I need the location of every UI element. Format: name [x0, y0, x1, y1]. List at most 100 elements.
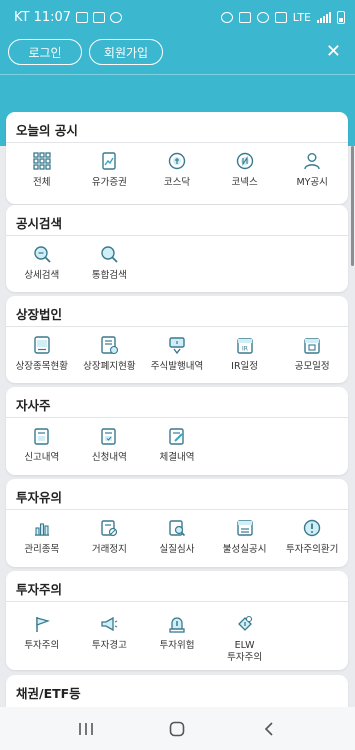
- application-icon: [101, 428, 117, 445]
- menu-item-invest-risk[interactable]: 투자위험: [143, 614, 211, 666]
- menu-item-label: 신고내역: [24, 452, 60, 463]
- contract-icon: [169, 428, 184, 445]
- menu-item-all[interactable]: 전체: [8, 151, 76, 203]
- menu-item-my-disclosure[interactable]: MY공시: [278, 151, 346, 203]
- signal-icon: [317, 11, 331, 23]
- report-icon: [34, 428, 49, 445]
- menu-item-label: 주식발행내역: [150, 361, 204, 372]
- alert-icon: [303, 519, 321, 537]
- menu-item-label: 거래정지: [91, 544, 127, 555]
- header-actions: 로그인 회원가입 ✕: [8, 39, 347, 65]
- menu-item-unfaithful-disclosure[interactable]: 불성실공시: [211, 518, 279, 570]
- menu-item-label: 상장종목현황: [15, 361, 69, 372]
- section-title: 채권/ETF등: [16, 686, 81, 701]
- hd-icon: [274, 11, 287, 23]
- menu-item-label: 불성실공시: [222, 544, 267, 555]
- menu-item-report-history[interactable]: 신고내역: [8, 426, 76, 478]
- menu-item-listed-status[interactable]: 상장종목현황: [8, 335, 76, 387]
- siren-icon: [169, 617, 185, 633]
- menu-item-konex[interactable]: 코넥스: [211, 151, 279, 203]
- user-icon: [304, 153, 320, 170]
- svg-text:IR: IR: [242, 346, 248, 353]
- megaphone-icon: [101, 616, 118, 632]
- menu-item-trading-halt[interactable]: 거래정지: [76, 518, 144, 570]
- trading-halt-icon: [101, 520, 118, 537]
- menu-item-label: 유가증권: [91, 177, 127, 188]
- back-icon: [265, 721, 273, 736]
- menu-item-label: MY공시: [296, 177, 328, 188]
- menu-item-elw-caution[interactable]: ELW 투자주의: [211, 614, 279, 666]
- section-today-disclosure: 오늘의 공시 전체 유가증권 코스닥 코넥스 MY공시: [6, 112, 348, 204]
- menu-item-label: 전체: [33, 177, 51, 188]
- menu-item-securities[interactable]: 유가증권: [76, 151, 144, 203]
- menu-item-application-history[interactable]: 신청내역: [76, 426, 144, 478]
- menu-item-contract-history[interactable]: 체결내역: [143, 426, 211, 478]
- menu-item-label: 상세검색: [24, 270, 60, 281]
- home-button[interactable]: [157, 714, 197, 744]
- securities-icon: [102, 152, 117, 170]
- menu-item-invest-warning[interactable]: 투자경고: [76, 614, 144, 666]
- menu-item-invest-caution[interactable]: 투자주의: [8, 614, 76, 666]
- section-title: 투자유의: [6, 479, 348, 510]
- carrier-time: KT 11:07: [14, 9, 72, 25]
- menu-item-label: 코넥스: [231, 177, 258, 188]
- section-investment-warning: 투자주의 투자주의 투자경고 투자위험 ELW 투자주의: [6, 571, 348, 670]
- recent-apps-icon: [79, 722, 93, 735]
- menu-item-substantive-review[interactable]: 실질심사: [143, 518, 211, 570]
- kosdaq-icon: [168, 152, 186, 170]
- signup-button[interactable]: 회원가입: [89, 39, 163, 65]
- battery-icon: [337, 10, 345, 24]
- review-icon: [169, 520, 186, 537]
- menu-item-label: 체결내역: [159, 452, 195, 463]
- elw-icon: [237, 615, 252, 631]
- section-title: 상장법인: [6, 296, 348, 327]
- section-treasury-stock: 자사주 신고내역 신청내역 체결내역: [6, 387, 348, 475]
- flag-icon: [36, 617, 50, 632]
- close-icon[interactable]: ✕: [326, 43, 341, 61]
- back-button[interactable]: [249, 714, 289, 744]
- menu-item-label: 신청내역: [91, 452, 127, 463]
- ir-calendar-icon: IR: [236, 338, 253, 354]
- menu-item-ir-schedule[interactable]: IR IR일정: [211, 335, 279, 387]
- menu-item-integrated-search[interactable]: 통합검색: [76, 244, 144, 296]
- section-listed-companies: 상장법인 상장종목현황 상장폐지현황 주식발행내역 IR IR일정 공모일정: [6, 296, 348, 383]
- section-title: 공시검색: [6, 205, 348, 236]
- menu-item-label: 실질심사: [159, 544, 195, 555]
- section-title: 자사주: [6, 387, 348, 418]
- section-disclosure-search: 공시검색 상세검색 통합검색: [6, 205, 348, 292]
- system-navigation-bar: [0, 707, 355, 750]
- data-saver-icon: [76, 11, 89, 23]
- offering-calendar-icon: [304, 338, 320, 354]
- alarm-clock-icon: [220, 11, 233, 23]
- status-bar: KT 11:07 LTE: [0, 0, 355, 34]
- section-title: 오늘의 공시: [6, 112, 348, 143]
- menu-item-stock-issuance[interactable]: 주식발행내역: [143, 335, 211, 387]
- menu-item-label: ELW 투자주의: [227, 640, 263, 663]
- search-detail-icon: [34, 246, 51, 263]
- menu-item-label: 관리종목: [24, 544, 60, 555]
- recent-apps-button[interactable]: [66, 714, 106, 744]
- location-icon: [256, 11, 269, 23]
- issuance-icon: [169, 337, 185, 355]
- login-button[interactable]: 로그인: [8, 39, 82, 65]
- menu-item-label: 투자주의: [24, 640, 60, 651]
- delisted-document-icon: [101, 336, 119, 355]
- home-icon: [170, 721, 185, 736]
- menu-item-label: 상장폐지현황: [83, 361, 136, 372]
- gallery-icon: [93, 11, 106, 23]
- mute-icon: [238, 11, 251, 23]
- menu-item-kosdaq[interactable]: 코스닥: [143, 151, 211, 203]
- menu-item-label: 통합검색: [91, 270, 127, 281]
- menu-item-detail-search[interactable]: 상세검색: [8, 244, 76, 296]
- menu-item-offering-schedule[interactable]: 공모일정: [278, 335, 346, 387]
- section-title: 투자주의: [6, 571, 348, 602]
- menu-item-delisted-status[interactable]: 상장폐지현황: [76, 335, 144, 387]
- alarm-icon: [110, 11, 123, 23]
- menu-item-label: 투자주의환기: [285, 544, 339, 555]
- scrollbar[interactable]: [351, 146, 354, 266]
- menu-item-managed-stocks[interactable]: 관리종목: [8, 518, 76, 570]
- menu-item-caution-reminder[interactable]: 투자주의환기: [278, 518, 346, 570]
- network-type: LTE: [292, 10, 311, 24]
- header-divider: [0, 74, 355, 75]
- grid-icon: [33, 152, 51, 170]
